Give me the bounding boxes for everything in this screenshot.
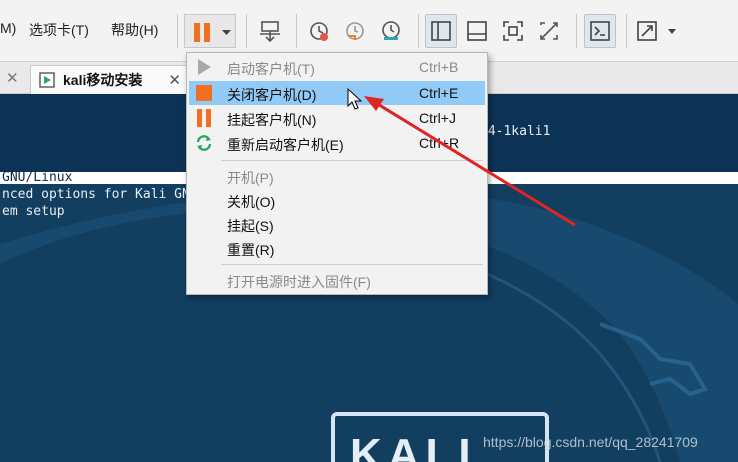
watermark: https://blog.csdn.net/qq_28241709 [483, 434, 698, 450]
menu-item-shutdown-guest[interactable]: 关闭客户机(D) Ctrl+E [189, 81, 485, 105]
play-icon [198, 59, 211, 75]
chevron-down-icon [222, 30, 231, 35]
close-icon[interactable]: ✕ [6, 69, 19, 87]
toolbar-separator [576, 14, 577, 48]
network-icon [260, 21, 280, 43]
menu-vm[interactable]: M) [0, 20, 16, 36]
menu-item-power-on-firmware[interactable]: 打开电源时进入固件(F) [189, 268, 485, 292]
menu-item-label: 开机(P) [227, 170, 274, 186]
restart-icon [196, 135, 212, 151]
menu-item-label: 重置(R) [227, 242, 275, 258]
pause-icon [197, 109, 211, 127]
close-icon[interactable]: ✕ [168, 71, 181, 89]
toolbar-separator [296, 14, 297, 48]
menu-item-start-guest[interactable]: 启动客户机(T) Ctrl+B [189, 55, 485, 79]
sidebar-toggle-button[interactable] [425, 14, 457, 48]
fullscreen-icon [503, 21, 523, 41]
toolbar-separator [177, 14, 178, 48]
stop-icon [196, 85, 212, 101]
menu-item-label: 关闭客户机(D) [227, 87, 317, 103]
menu-item-reset[interactable]: 重置(R) [189, 236, 485, 260]
toolbar-separator [418, 14, 419, 48]
stretch-dropdown-button[interactable] [634, 14, 684, 48]
snapshot-manager-button[interactable] [375, 14, 407, 48]
toolbar-separator [246, 14, 247, 48]
menu-item-restart-guest[interactable]: 重新启动客户机(E) Ctrl+R [189, 131, 485, 155]
menu-item-power-off[interactable]: 关机(O) [189, 188, 485, 212]
tab-kali[interactable]: kali移动安装 ✕ [30, 65, 190, 94]
menu-item-label: 关机(O) [227, 194, 276, 210]
snapshot-clock-icon [310, 22, 328, 41]
menu-help[interactable]: 帮助(H) [111, 20, 158, 40]
tab-label: kali移动安装 [63, 72, 143, 88]
snapshot-button[interactable] [303, 14, 335, 48]
menu-item-shortcut: Ctrl+B [419, 59, 459, 75]
revert-snapshot-button[interactable] [339, 14, 371, 48]
power-dropdown-button[interactable] [184, 14, 236, 48]
menu-item-label: 挂起(S) [227, 218, 274, 234]
menu-item-suspend[interactable]: 挂起(S) [189, 212, 485, 236]
fullscreen-button[interactable] [497, 14, 529, 48]
menu-item-label: 重新启动客户机(E) [227, 137, 344, 153]
stretch-icon [637, 21, 676, 41]
send-ctrl-alt-del-button[interactable] [254, 14, 286, 48]
vm-tab-icon [39, 72, 55, 88]
unity-disabled-icon [540, 22, 558, 40]
sidebar-layout-icon [431, 21, 451, 41]
menu-separator [221, 160, 483, 161]
manage-clock-icon [382, 21, 400, 40]
unity-mode-button[interactable] [533, 14, 565, 48]
menu-item-shortcut: Ctrl+E [419, 85, 459, 101]
kali-logo: KALI [350, 430, 477, 462]
menu-item-power-on[interactable]: 开机(P) [189, 164, 485, 188]
console-view-button[interactable] [584, 14, 616, 48]
toolbar-separator [626, 14, 627, 48]
revert-clock-icon [346, 22, 364, 40]
menu-item-label: 启动客户机(T) [227, 61, 315, 77]
menu-item-shortcut: Ctrl+J [419, 110, 456, 126]
menu-item-suspend-guest[interactable]: 挂起客户机(N) Ctrl+J [189, 106, 485, 130]
pause-icon [194, 23, 231, 42]
menu-separator [221, 264, 483, 265]
thumbnail-bar-button[interactable] [461, 14, 493, 48]
menu-item-label: 挂起客户机(N) [227, 112, 317, 128]
menu-item-shortcut: Ctrl+R [419, 135, 460, 151]
bottom-panel-icon [467, 21, 487, 41]
terminal-icon [590, 21, 610, 41]
menu-item-label: 打开电源时进入固件(F) [227, 274, 371, 290]
menu-tabs[interactable]: 选项卡(T) [29, 20, 89, 40]
power-menu: 启动客户机(T) Ctrl+B 关闭客户机(D) Ctrl+E 挂起客户机(N)… [186, 52, 488, 295]
